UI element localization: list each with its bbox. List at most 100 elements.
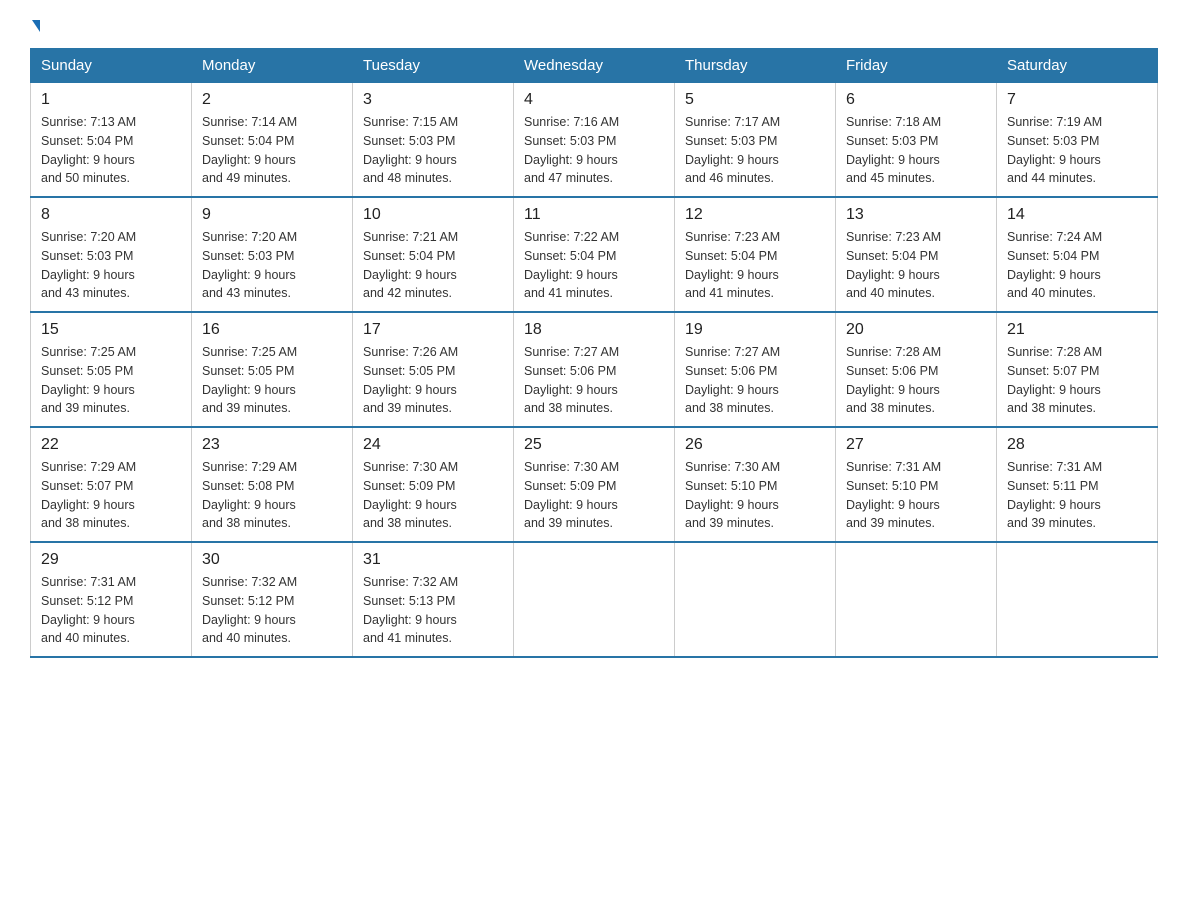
logo-triangle-icon: [32, 20, 40, 32]
day-number: 6: [846, 91, 986, 109]
day-info: Sunrise: 7:13 AMSunset: 5:04 PMDaylight:…: [41, 113, 181, 188]
day-number: 21: [1007, 321, 1147, 339]
day-number: 5: [685, 91, 825, 109]
calendar-day-cell: 17 Sunrise: 7:26 AMSunset: 5:05 PMDayligh…: [353, 312, 514, 427]
calendar-day-cell: 5 Sunrise: 7:17 AMSunset: 5:03 PMDaylight…: [675, 83, 836, 198]
day-info: Sunrise: 7:29 AMSunset: 5:08 PMDaylight:…: [202, 458, 342, 533]
calendar-day-cell: 20 Sunrise: 7:28 AMSunset: 5:06 PMDayligh…: [836, 312, 997, 427]
calendar-day-cell: 2 Sunrise: 7:14 AMSunset: 5:04 PMDaylight…: [192, 83, 353, 198]
calendar-header: SundayMondayTuesdayWednesdayThursdayFrid…: [31, 49, 1158, 83]
calendar-day-cell: 6 Sunrise: 7:18 AMSunset: 5:03 PMDaylight…: [836, 83, 997, 198]
day-info: Sunrise: 7:30 AMSunset: 5:09 PMDaylight:…: [524, 458, 664, 533]
day-info: Sunrise: 7:31 AMSunset: 5:12 PMDaylight:…: [41, 573, 181, 648]
day-info: Sunrise: 7:28 AMSunset: 5:06 PMDaylight:…: [846, 343, 986, 418]
logo: [30, 20, 40, 32]
day-number: 16: [202, 321, 342, 339]
calendar-day-cell: 26Sunrise: 7:30 AMSunset: 5:10 PMDayligh…: [675, 427, 836, 542]
day-info: Sunrise: 7:26 AMSunset: 5:05 PMDaylight:…: [363, 343, 503, 418]
day-number: 28: [1007, 436, 1147, 454]
day-number: 19: [685, 321, 825, 339]
day-info: Sunrise: 7:29 AMSunset: 5:07 PMDaylight:…: [41, 458, 181, 533]
day-number: 7: [1007, 91, 1147, 109]
day-header-row: SundayMondayTuesdayWednesdayThursdayFrid…: [31, 49, 1158, 83]
calendar-day-cell: 13 Sunrise: 7:23 AMSunset: 5:04 PMDayligh…: [836, 197, 997, 312]
day-info: Sunrise: 7:18 AMSunset: 5:03 PMDaylight:…: [846, 113, 986, 188]
calendar-day-cell: 1 Sunrise: 7:13 AMSunset: 5:04 PMDaylight…: [31, 83, 192, 198]
calendar-day-cell: 11 Sunrise: 7:22 AMSunset: 5:04 PMDayligh…: [514, 197, 675, 312]
day-info: Sunrise: 7:30 AMSunset: 5:09 PMDaylight:…: [363, 458, 503, 533]
day-info: Sunrise: 7:23 AMSunset: 5:04 PMDaylight:…: [685, 228, 825, 303]
day-number: 17: [363, 321, 503, 339]
day-number: 27: [846, 436, 986, 454]
day-number: 11: [524, 206, 664, 224]
calendar-day-cell: 27 Sunrise: 7:31 AMSunset: 5:10 PMDayligh…: [836, 427, 997, 542]
calendar-day-cell: 8 Sunrise: 7:20 AMSunset: 5:03 PMDaylight…: [31, 197, 192, 312]
day-number: 9: [202, 206, 342, 224]
calendar-day-cell: [514, 542, 675, 657]
day-info: Sunrise: 7:27 AMSunset: 5:06 PMDaylight:…: [524, 343, 664, 418]
calendar-day-cell: [836, 542, 997, 657]
day-number: 4: [524, 91, 664, 109]
day-number: 26: [685, 436, 825, 454]
calendar-day-cell: 30Sunrise: 7:32 AMSunset: 5:12 PMDayligh…: [192, 542, 353, 657]
day-info: Sunrise: 7:24 AMSunset: 5:04 PMDaylight:…: [1007, 228, 1147, 303]
day-info: Sunrise: 7:14 AMSunset: 5:04 PMDaylight:…: [202, 113, 342, 188]
day-info: Sunrise: 7:22 AMSunset: 5:04 PMDaylight:…: [524, 228, 664, 303]
day-header-wednesday: Wednesday: [514, 49, 675, 83]
calendar-week-row: 1 Sunrise: 7:13 AMSunset: 5:04 PMDaylight…: [31, 83, 1158, 198]
day-info: Sunrise: 7:32 AMSunset: 5:13 PMDaylight:…: [363, 573, 503, 648]
calendar-day-cell: 15 Sunrise: 7:25 AMSunset: 5:05 PMDayligh…: [31, 312, 192, 427]
day-number: 31: [363, 551, 503, 569]
calendar-day-cell: 21 Sunrise: 7:28 AMSunset: 5:07 PMDayligh…: [997, 312, 1158, 427]
day-number: 14: [1007, 206, 1147, 224]
day-info: Sunrise: 7:20 AMSunset: 5:03 PMDaylight:…: [202, 228, 342, 303]
calendar-day-cell: 19 Sunrise: 7:27 AMSunset: 5:06 PMDayligh…: [675, 312, 836, 427]
day-number: 8: [41, 206, 181, 224]
day-number: 3: [363, 91, 503, 109]
calendar-day-cell: [675, 542, 836, 657]
calendar-day-cell: 29 Sunrise: 7:31 AMSunset: 5:12 PMDayligh…: [31, 542, 192, 657]
day-number: 13: [846, 206, 986, 224]
day-number: 15: [41, 321, 181, 339]
calendar-body: 1 Sunrise: 7:13 AMSunset: 5:04 PMDaylight…: [31, 83, 1158, 658]
day-number: 1: [41, 91, 181, 109]
calendar-day-cell: 18 Sunrise: 7:27 AMSunset: 5:06 PMDayligh…: [514, 312, 675, 427]
day-header-saturday: Saturday: [997, 49, 1158, 83]
calendar-day-cell: 7Sunrise: 7:19 AMSunset: 5:03 PMDaylight…: [997, 83, 1158, 198]
calendar-table: SundayMondayTuesdayWednesdayThursdayFrid…: [30, 48, 1158, 658]
calendar-day-cell: 24 Sunrise: 7:30 AMSunset: 5:09 PMDayligh…: [353, 427, 514, 542]
calendar-day-cell: 14 Sunrise: 7:24 AMSunset: 5:04 PMDayligh…: [997, 197, 1158, 312]
calendar-day-cell: 12 Sunrise: 7:23 AMSunset: 5:04 PMDayligh…: [675, 197, 836, 312]
day-info: Sunrise: 7:20 AMSunset: 5:03 PMDaylight:…: [41, 228, 181, 303]
calendar-day-cell: 22Sunrise: 7:29 AMSunset: 5:07 PMDayligh…: [31, 427, 192, 542]
day-info: Sunrise: 7:21 AMSunset: 5:04 PMDaylight:…: [363, 228, 503, 303]
day-info: Sunrise: 7:31 AMSunset: 5:10 PMDaylight:…: [846, 458, 986, 533]
day-number: 24: [363, 436, 503, 454]
day-number: 10: [363, 206, 503, 224]
day-header-sunday: Sunday: [31, 49, 192, 83]
calendar-day-cell: 25 Sunrise: 7:30 AMSunset: 5:09 PMDayligh…: [514, 427, 675, 542]
day-header-friday: Friday: [836, 49, 997, 83]
day-info: Sunrise: 7:28 AMSunset: 5:07 PMDaylight:…: [1007, 343, 1147, 418]
calendar-day-cell: [997, 542, 1158, 657]
page-header: [30, 20, 1158, 32]
calendar-week-row: 15 Sunrise: 7:25 AMSunset: 5:05 PMDayligh…: [31, 312, 1158, 427]
calendar-day-cell: 3Sunrise: 7:15 AMSunset: 5:03 PMDaylight…: [353, 83, 514, 198]
calendar-day-cell: 4 Sunrise: 7:16 AMSunset: 5:03 PMDaylight…: [514, 83, 675, 198]
day-info: Sunrise: 7:31 AMSunset: 5:11 PMDaylight:…: [1007, 458, 1147, 533]
day-info: Sunrise: 7:23 AMSunset: 5:04 PMDaylight:…: [846, 228, 986, 303]
day-number: 12: [685, 206, 825, 224]
day-number: 29: [41, 551, 181, 569]
day-header-monday: Monday: [192, 49, 353, 83]
day-info: Sunrise: 7:17 AMSunset: 5:03 PMDaylight:…: [685, 113, 825, 188]
day-number: 20: [846, 321, 986, 339]
day-number: 18: [524, 321, 664, 339]
calendar-day-cell: 28 Sunrise: 7:31 AMSunset: 5:11 PMDayligh…: [997, 427, 1158, 542]
calendar-week-row: 29 Sunrise: 7:31 AMSunset: 5:12 PMDayligh…: [31, 542, 1158, 657]
day-info: Sunrise: 7:27 AMSunset: 5:06 PMDaylight:…: [685, 343, 825, 418]
day-info: Sunrise: 7:25 AMSunset: 5:05 PMDaylight:…: [41, 343, 181, 418]
day-info: Sunrise: 7:16 AMSunset: 5:03 PMDaylight:…: [524, 113, 664, 188]
day-number: 25: [524, 436, 664, 454]
day-number: 2: [202, 91, 342, 109]
calendar-day-cell: 23Sunrise: 7:29 AMSunset: 5:08 PMDayligh…: [192, 427, 353, 542]
